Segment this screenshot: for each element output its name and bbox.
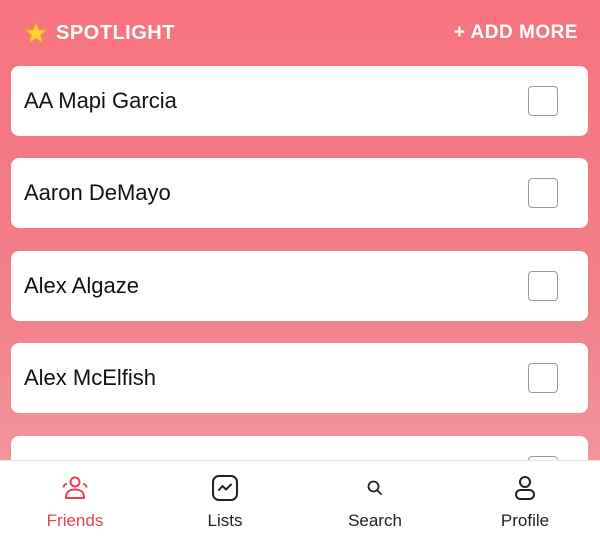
list-item[interactable]: AA Mapi Garcia: [11, 66, 588, 136]
tab-profile[interactable]: Profile: [450, 461, 600, 550]
tab-lists[interactable]: Lists: [150, 461, 300, 550]
friends-list: AA Mapi Garcia Aaron DeMayo Alex Algaze …: [0, 66, 600, 460]
select-checkbox[interactable]: [528, 86, 558, 116]
tab-friends[interactable]: Friends: [0, 461, 150, 550]
tab-search[interactable]: Search: [300, 461, 450, 550]
friend-name: AA Mapi Garcia: [24, 88, 177, 113]
friends-icon: [60, 473, 90, 503]
tab-label: Search: [348, 511, 402, 530]
list-item[interactable]: Aaron DeMayo: [11, 158, 588, 228]
list-item[interactable]: Alex McElfish: [11, 343, 588, 413]
friend-name: Aaron DeMayo: [24, 180, 171, 205]
lists-icon: [210, 473, 240, 503]
tab-label: Friends: [46, 511, 104, 530]
spotlight-title: SPOTLIGHT: [24, 21, 175, 45]
tab-bar: Friends Lists Search Profile: [0, 460, 600, 550]
header: SPOTLIGHT + ADD MORE: [0, 0, 600, 66]
spotlight-label: SPOTLIGHT: [56, 21, 175, 44]
list-item[interactable]: [11, 436, 588, 460]
select-checkbox[interactable]: [528, 178, 558, 208]
add-more-button[interactable]: + ADD MORE: [454, 22, 578, 44]
search-icon: [360, 473, 390, 503]
profile-icon: [510, 473, 540, 503]
list-item[interactable]: Alex Algaze: [11, 251, 588, 321]
select-checkbox[interactable]: [528, 271, 558, 301]
friend-name: Alex Algaze: [24, 273, 139, 298]
star-icon: [24, 21, 48, 45]
tab-label: Profile: [500, 511, 550, 530]
friend-name: Alex McElfish: [24, 365, 157, 390]
select-checkbox[interactable]: [528, 363, 558, 393]
tab-label: Lists: [207, 511, 243, 530]
